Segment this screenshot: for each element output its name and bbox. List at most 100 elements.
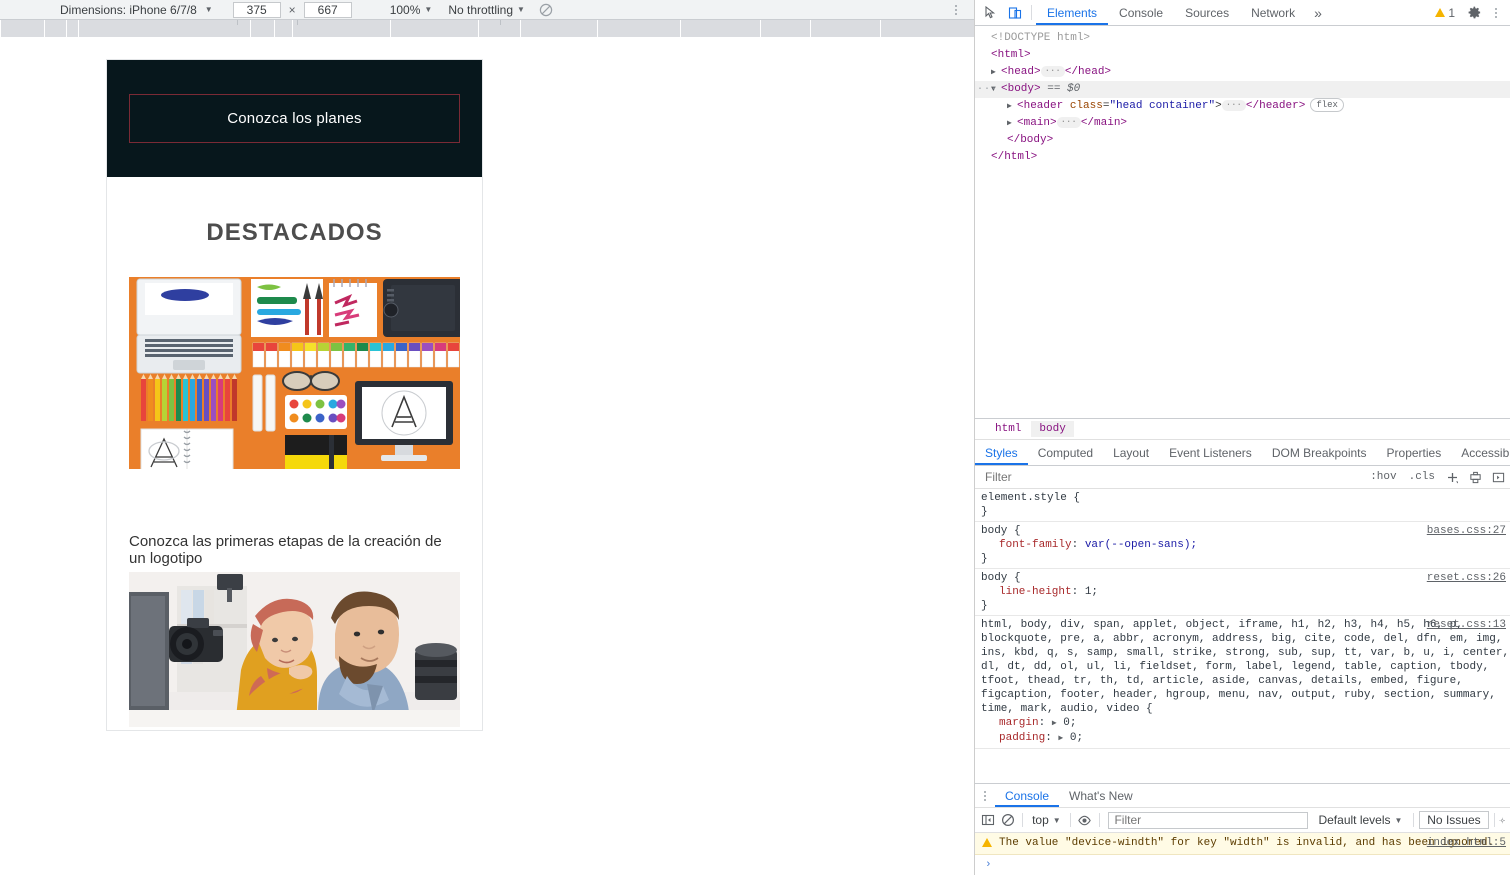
device-toolbar-menu-icon[interactable] xyxy=(948,2,964,18)
chevron-down-icon: ▼ xyxy=(1052,815,1061,825)
chevron-down-icon: ▼ xyxy=(517,5,525,14)
article-card-2[interactable]: Conozca las primeras etapas de la creaci… xyxy=(107,519,482,727)
console-sidebar-icon[interactable] xyxy=(979,811,997,829)
cls-toggle[interactable]: .cls xyxy=(1403,471,1441,483)
breadcrumb-body[interactable]: body xyxy=(1031,421,1074,437)
flex-badge[interactable]: flex xyxy=(1310,98,1344,113)
dom-main-node[interactable]: ▶ <main> ··· </main> xyxy=(975,115,1510,132)
dom-head-node[interactable]: ▶ <head> ··· </head> xyxy=(975,64,1510,81)
toggle-sidebar-icon[interactable] xyxy=(1487,471,1510,484)
print-style-icon[interactable] xyxy=(1464,471,1487,484)
console-warning-message[interactable]: index.html:5 The value "device-windth" f… xyxy=(975,833,1510,855)
console-message-source-link[interactable]: index.html:5 xyxy=(1427,836,1506,850)
breadcrumb-html[interactable]: html xyxy=(987,421,1029,437)
console-prompt[interactable]: › xyxy=(975,855,1510,875)
tab-accessibility[interactable]: Accessibility xyxy=(1451,440,1510,465)
css-declaration[interactable]: padding: ▶ 0; xyxy=(981,731,1510,746)
warning-count-badge[interactable]: 1 xyxy=(1430,4,1460,21)
throttling-value: No throttling xyxy=(448,2,514,17)
tab-layout[interactable]: Layout xyxy=(1103,440,1159,465)
more-tabs-icon[interactable]: » xyxy=(1306,0,1330,25)
devtools-panel: Elements Console Sources Network » 1 <!D… xyxy=(975,0,1510,875)
device-emulation-pane: Dimensions: iPhone 6/7/8 ▼ × 100% ▼ No t… xyxy=(0,0,975,875)
tab-styles[interactable]: Styles xyxy=(975,440,1028,465)
zoom-selector[interactable]: 100% ▼ xyxy=(390,3,433,17)
tab-elements[interactable]: Elements xyxy=(1036,0,1109,25)
expand-shorthand-icon[interactable]: ▶ xyxy=(1052,719,1057,728)
chevron-down-icon: ▼ xyxy=(424,5,433,14)
drawer-tab-whats-new[interactable]: What's New xyxy=(1059,784,1143,807)
tab-event-listeners[interactable]: Event Listeners xyxy=(1159,440,1262,465)
css-source-link[interactable]: bases.css:27 xyxy=(1427,524,1506,538)
hov-toggle[interactable]: :hov xyxy=(1364,471,1402,483)
article-title xyxy=(129,469,460,487)
collapsed-children-icon[interactable]: ··· xyxy=(1040,65,1065,77)
tab-dom-breakpoints[interactable]: DOM Breakpoints xyxy=(1262,440,1377,465)
node-menu-icon[interactable]: ··· xyxy=(977,81,998,98)
device-toolbar-icon[interactable] xyxy=(1007,5,1023,21)
css-value: 0; xyxy=(1069,732,1084,744)
css-rule[interactable]: reset.css:26 body { line-height: 1; } xyxy=(975,569,1510,616)
styles-filter-input[interactable] xyxy=(983,469,1365,485)
collapsed-children-icon[interactable]: ··· xyxy=(1056,116,1081,128)
tab-sources[interactable]: Sources xyxy=(1174,0,1240,25)
css-rule-close: } xyxy=(981,600,988,612)
css-declaration[interactable]: margin: ▶ 0; xyxy=(981,716,1510,731)
devtools-tabbar: Elements Console Sources Network » 1 xyxy=(975,0,1510,26)
css-value: 0; xyxy=(1063,717,1077,729)
expand-arrow-icon[interactable]: ▶ xyxy=(1007,98,1017,115)
tab-network[interactable]: Network xyxy=(1240,0,1306,25)
throttling-selector[interactable]: No throttling ▼ xyxy=(448,3,525,17)
css-rule[interactable]: bases.css:27 body { font-family: var(--o… xyxy=(975,522,1510,569)
drawer-menu-icon[interactable] xyxy=(975,784,995,807)
tab-console[interactable]: Console xyxy=(1108,0,1174,25)
console-settings-icon[interactable] xyxy=(1499,811,1506,829)
css-selector: body { xyxy=(981,525,1021,537)
console-message-text: The value "device-windth" for key "width… xyxy=(999,837,1495,849)
dom-html-open[interactable]: <html> xyxy=(975,47,1510,64)
inspect-element-icon[interactable] xyxy=(983,5,999,21)
plus-icon[interactable] xyxy=(1441,471,1464,484)
console-toolbar: top▼ Default levels▼ No Issues xyxy=(975,808,1510,833)
tab-computed[interactable]: Computed xyxy=(1028,440,1103,465)
plans-button[interactable]: Conozca los planes xyxy=(129,94,460,143)
device-selector[interactable]: Dimensions: iPhone 6/7/8 ▼ xyxy=(60,3,213,17)
no-throttling-icon[interactable] xyxy=(539,3,553,17)
css-declaration[interactable]: line-height: 1; xyxy=(981,585,1510,599)
css-property: line-height xyxy=(999,586,1072,598)
console-filter-input[interactable] xyxy=(1108,811,1309,829)
dom-header-node[interactable]: ▶ <header class="head container"> ··· </hea… xyxy=(975,98,1510,115)
css-source-link[interactable]: reset.css:13 xyxy=(1427,618,1506,632)
css-rule[interactable]: reset.css:13 html, body, div, span, appl… xyxy=(975,616,1510,749)
tab-properties[interactable]: Properties xyxy=(1377,440,1452,465)
css-property: padding xyxy=(999,732,1046,744)
console-context-selector[interactable]: top ▼ xyxy=(1028,813,1065,827)
expand-shorthand-icon[interactable]: ▶ xyxy=(1058,734,1063,743)
designer-desk-illustration xyxy=(129,277,460,469)
viewport-width-input[interactable] xyxy=(232,1,281,18)
clear-console-icon[interactable] xyxy=(999,811,1017,829)
dom-body-close: </body> xyxy=(1007,134,1054,146)
dom-html-close: </html> xyxy=(991,151,1038,163)
css-rule[interactable]: element.style { } xyxy=(975,489,1510,522)
dimension-separator: × xyxy=(288,2,296,17)
dom-body-node[interactable]: ··· ▼ <body> == $0 xyxy=(975,81,1510,98)
viewport-height-input[interactable] xyxy=(303,1,352,18)
breadcrumb: html body xyxy=(975,418,1510,440)
dom-doctype: <!DOCTYPE html> xyxy=(991,32,1091,44)
console-levels-selector[interactable]: Default levels ▼ xyxy=(1312,813,1408,827)
drawer-tab-console[interactable]: Console xyxy=(995,784,1060,807)
chevron-down-icon: ▼ xyxy=(1394,815,1403,825)
devtools-menu-icon[interactable] xyxy=(1488,5,1504,21)
css-declaration[interactable]: font-family: var(--open-sans); xyxy=(981,538,1510,552)
live-expression-icon[interactable] xyxy=(1076,811,1094,829)
css-source-link[interactable]: reset.css:26 xyxy=(1427,571,1506,585)
expand-arrow-icon[interactable]: ▶ xyxy=(991,64,1001,81)
console-context-value: top xyxy=(1032,813,1049,827)
site-header: Conozca los planes xyxy=(107,60,482,177)
gear-icon[interactable] xyxy=(1466,5,1482,21)
expand-arrow-icon[interactable]: ▶ xyxy=(1007,115,1017,132)
no-issues-button[interactable]: No Issues xyxy=(1419,811,1489,829)
collapsed-children-icon[interactable]: ··· xyxy=(1221,99,1246,111)
article-card-1[interactable] xyxy=(107,277,482,487)
